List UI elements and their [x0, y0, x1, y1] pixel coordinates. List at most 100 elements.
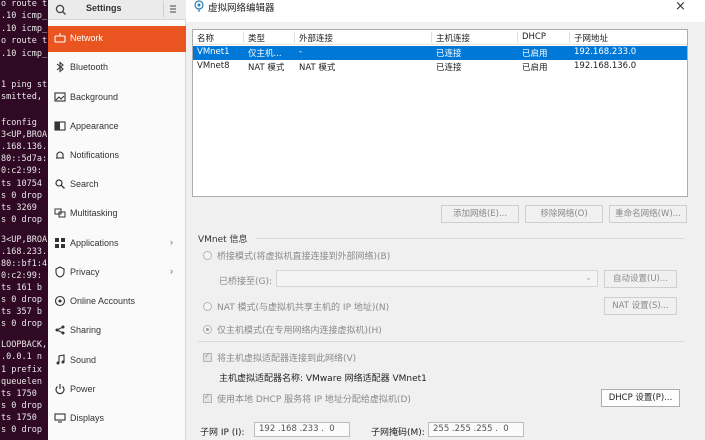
cell-type: NAT 模式: [248, 63, 285, 73]
online-accounts-icon: [54, 295, 66, 307]
settings-window: Settings Network Bluetooth Background Appea…: [48, 0, 186, 440]
cell-external: NAT 模式: [299, 63, 336, 73]
sidebar-item-online-accounts[interactable]: Online Accounts: [48, 289, 186, 315]
terminal-line: 0:c2:99:: [1, 166, 42, 176]
background-icon: [54, 91, 66, 103]
sidebar-item-notifications[interactable]: Notifications: [48, 143, 186, 169]
terminal-line: ts 1750: [1, 413, 37, 423]
privacy-icon: [54, 266, 66, 278]
search-icon[interactable]: [54, 3, 70, 17]
chevron-right-icon: ›: [170, 237, 173, 247]
column-subnet[interactable]: 子网地址: [574, 32, 608, 44]
column-dhcp[interactable]: DHCP: [522, 32, 546, 42]
sidebar-item-search[interactable]: Search: [48, 172, 186, 198]
terminal-line: 1 prefix: [1, 365, 42, 375]
host-only-radio[interactable]: [203, 325, 212, 334]
sidebar-item-label: Bluetooth: [70, 62, 109, 72]
cell-type: 仅主机...: [248, 49, 282, 59]
dhcp-settings-button[interactable]: DHCP 设置(P)...: [601, 389, 680, 407]
sidebar-item-label: Displays: [70, 413, 105, 423]
bridged-to-select[interactable]: ⌄: [276, 270, 598, 287]
cell-subnet: 192.168.136.0: [574, 61, 637, 71]
terminal-line: smitted,: [1, 92, 42, 102]
sidebar-item-bluetooth[interactable]: Bluetooth: [48, 55, 186, 81]
search-icon: [54, 178, 66, 190]
terminal-line: fconfig: [1, 118, 37, 128]
column-name[interactable]: 名称: [197, 32, 214, 44]
cell-name: VMnet8: [197, 61, 230, 71]
dialog-titlebar: 虚拟网络编辑器 ×: [186, 0, 705, 22]
sidebar-item-label: Search: [70, 179, 99, 189]
terminal-line: 0:c2:99:: [1, 271, 42, 281]
terminal-line: ts 1750: [1, 389, 37, 399]
sidebar-item-label: Background: [70, 92, 119, 102]
terminal-line: o route t: [1, 0, 48, 9]
terminal-window[interactable]: o route t .10 icmp_ .10 icmp_ o route t .10 …: [0, 0, 48, 440]
power-icon: [54, 383, 66, 395]
nat-mode-radio[interactable]: [203, 302, 212, 311]
sidebar-item-label: Sound: [70, 355, 97, 365]
hamburger-menu-icon[interactable]: [163, 1, 181, 17]
sidebar-item-displays[interactable]: Displays: [48, 406, 186, 432]
connect-adapter-checkbox[interactable]: [203, 351, 212, 362]
column-external[interactable]: 外部连接: [299, 32, 333, 44]
terminal-line: 3<UP,BROA: [1, 235, 48, 245]
column-host[interactable]: 主机连接: [436, 32, 470, 44]
terminal-line: s 0 drop: [1, 295, 42, 305]
terminal-line: s 0 drop: [1, 425, 42, 435]
host-only-label: 仅主机模式(在专用网络内连接虚拟机)(H): [217, 326, 382, 336]
connect-adapter-label: 将主机虚拟适配器连接到此网络(V): [217, 354, 357, 364]
dialog-title: 虚拟网络编辑器: [208, 3, 275, 14]
bell-icon: [54, 149, 66, 161]
remove-network-button[interactable]: 移除网络(O): [525, 205, 603, 223]
sidebar-item-label: Network: [70, 33, 104, 43]
terminal-line: .10 icmp_: [1, 49, 48, 59]
appearance-icon: [54, 120, 66, 132]
cell-subnet: 192.168.233.0: [574, 47, 637, 57]
subnet-mask-input[interactable]: 255 .255 .255 . 0: [428, 422, 524, 437]
terminal-line: ts 161 b: [1, 283, 42, 293]
sidebar-item-label: Applications: [70, 238, 119, 248]
terminal-line: ts 357 b: [1, 307, 42, 317]
terminal-line: queuelen: [1, 377, 42, 387]
sidebar-item-label: Privacy: [70, 267, 100, 277]
sidebar-item-label: Online Accounts: [70, 296, 136, 306]
sidebar-item-power[interactable]: Power: [48, 377, 186, 403]
sidebar-item-applications[interactable]: Applications ›: [48, 231, 186, 257]
subnet-mask-label: 子网掩码(M):: [371, 428, 425, 438]
terminal-line: 80::bf1:4: [1, 259, 48, 269]
bridged-mode-radio[interactable]: [203, 251, 212, 260]
nat-settings-button[interactable]: NAT 设置(S)...: [604, 297, 677, 315]
sidebar-item-multitasking[interactable]: Multitasking: [48, 201, 186, 227]
cell-external: -: [299, 47, 303, 57]
network-row-vmnet1[interactable]: VMnet1 仅主机... - 已连接 已启用 192.168.233.0: [193, 46, 687, 60]
sidebar-item-label: Appearance: [70, 121, 119, 131]
sidebar-item-network[interactable]: Network: [48, 26, 186, 52]
network-list-header: 名称 类型 外部连接 主机连接 DHCP 子网地址: [193, 30, 687, 45]
sidebar-item-sound[interactable]: Sound: [48, 348, 186, 374]
sidebar-item-appearance[interactable]: Appearance: [48, 114, 186, 140]
cell-host: 已连接: [436, 63, 462, 73]
displays-icon: [54, 412, 66, 424]
cell-dhcp: 已启用: [522, 49, 548, 59]
settings-header: Settings: [48, 0, 186, 20]
adapter-name-text: 主机虚拟适配器名称: VMware 网络适配器 VMnet1: [219, 374, 427, 384]
vmnet-info-label: VMnet 信息: [198, 235, 248, 245]
add-network-button[interactable]: 添加网络(E)...: [441, 205, 519, 223]
terminal-line: s 0 drop: [1, 191, 42, 201]
network-list[interactable]: 名称 类型 外部连接 主机连接 DHCP 子网地址 VMnet1 仅主机... - 已…: [192, 29, 688, 197]
sidebar-item-sharing[interactable]: Sharing: [48, 318, 186, 344]
auto-settings-button[interactable]: 自动设置(U)...: [604, 270, 677, 288]
bluetooth-icon: [54, 61, 66, 73]
subnet-ip-input[interactable]: 192 .168 .233 . 0: [254, 422, 350, 437]
close-icon[interactable]: ×: [675, 0, 686, 14]
network-row-vmnet8[interactable]: VMnet8 NAT 模式 NAT 模式 已连接 已启用 192.168.136.0: [193, 60, 687, 74]
sidebar-item-privacy[interactable]: Privacy ›: [48, 260, 186, 286]
terminal-line: .0.0.1 n: [1, 352, 42, 362]
settings-title: Settings: [86, 3, 122, 13]
column-type[interactable]: 类型: [248, 32, 265, 44]
sidebar-item-background[interactable]: Background: [48, 85, 186, 111]
use-dhcp-checkbox[interactable]: [203, 392, 212, 403]
terminal-line: ts 3269: [1, 203, 37, 213]
rename-network-button[interactable]: 重命名网络(W)...: [609, 205, 687, 223]
